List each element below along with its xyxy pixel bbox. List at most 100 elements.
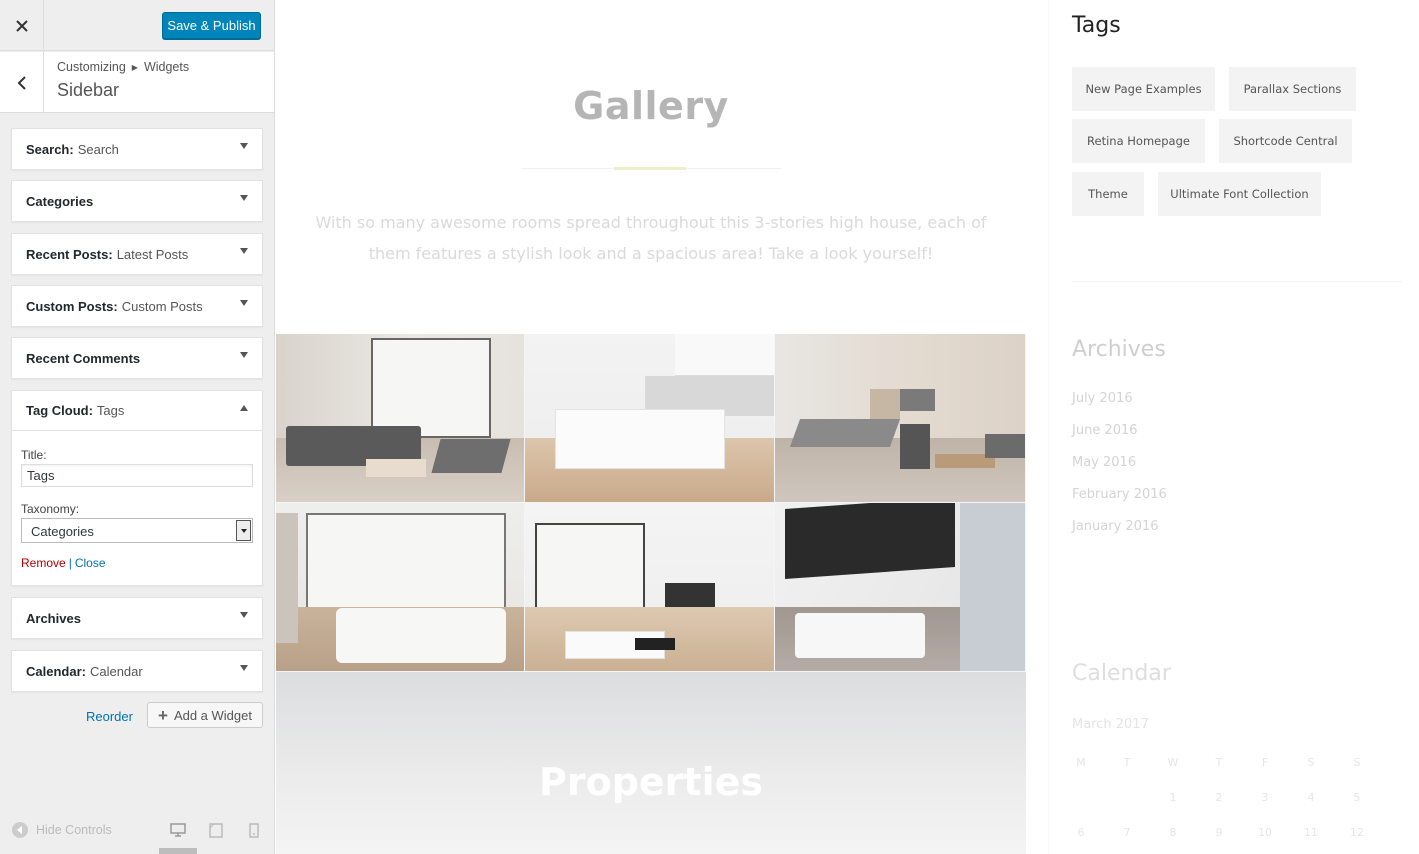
- collapse-arrow-icon: [12, 822, 28, 838]
- widget-title: Custom Posts: [121, 298, 203, 314]
- customizer-footer: Hide Controls: [0, 812, 274, 854]
- archive-link-january-2016[interactable]: January 2016: [1072, 519, 1159, 534]
- taxonomy-selected-value: Categories: [31, 524, 94, 539]
- close-customizer-button[interactable]: [0, 0, 44, 51]
- chevron-left-icon: [17, 75, 26, 90]
- gallery-image-bathroom[interactable]: [775, 503, 1026, 672]
- remove-link[interactable]: Remove: [21, 556, 66, 570]
- calendar-day-header: F: [1261, 756, 1269, 769]
- calendar-day: 11: [1304, 826, 1318, 839]
- widget-categories[interactable]: Categories: [11, 180, 263, 222]
- expand-arrow-icon[interactable]: [240, 352, 248, 358]
- widget-archives[interactable]: Archives: [11, 597, 263, 639]
- calendar-day: 6: [1077, 826, 1085, 839]
- calendar-day: 9: [1215, 826, 1223, 839]
- tag-ultimate-font-collection[interactable]: Ultimate Font Collection: [1158, 172, 1321, 216]
- archive-link-june-2016[interactable]: June 2016: [1072, 423, 1138, 438]
- desktop-preview-icon[interactable]: [170, 823, 186, 837]
- widget-header[interactable]: Recent Comments: [12, 338, 262, 378]
- tag-retina-homepage[interactable]: Retina Homepage: [1072, 119, 1205, 163]
- calendar-day-header: W: [1167, 756, 1179, 769]
- gallery-image-living-room[interactable]: [276, 334, 525, 503]
- gallery-image-office[interactable]: [775, 334, 1026, 503]
- heading-accent: [614, 167, 686, 170]
- save-publish-button[interactable]: Save & Publish: [162, 12, 261, 39]
- calendar-day: 1: [1169, 791, 1177, 804]
- widget-name: Categories: [26, 193, 94, 209]
- active-device-indicator: [159, 848, 197, 854]
- widget-recent-posts[interactable]: Recent Posts: Latest Posts: [11, 233, 263, 275]
- expand-arrow-icon[interactable]: [240, 195, 248, 201]
- mobile-preview-icon[interactable]: [249, 823, 259, 838]
- calendar-day: 8: [1169, 826, 1177, 839]
- widget-header[interactable]: Categories: [12, 181, 262, 221]
- expand-arrow-icon[interactable]: [240, 612, 248, 618]
- gallery-image-kitchen[interactable]: [525, 334, 775, 503]
- calendar-day-header: M: [1076, 756, 1086, 769]
- widget-name: Tag Cloud:: [26, 403, 93, 418]
- widget-calendar[interactable]: Calendar: Calendar: [11, 650, 263, 692]
- calendar-day: 4: [1307, 791, 1315, 804]
- tag-theme[interactable]: Theme: [1072, 172, 1144, 216]
- widget-header[interactable]: Custom Posts: Custom Posts: [12, 286, 262, 326]
- widget-recent-comments[interactable]: Recent Comments: [11, 337, 263, 379]
- properties-section: Properties: [276, 672, 1026, 854]
- reorder-link[interactable]: Reorder: [86, 709, 133, 724]
- widget-separator: [1072, 281, 1402, 282]
- widget-header[interactable]: Calendar: Calendar: [12, 651, 262, 691]
- tablet-preview-icon[interactable]: [209, 823, 223, 838]
- archive-link-july-2016[interactable]: July 2016: [1072, 391, 1133, 406]
- title-label: Title:: [21, 448, 47, 462]
- calendar-day: 10: [1258, 826, 1272, 839]
- widget-header[interactable]: Archives: [12, 598, 262, 638]
- dropdown-arrow-icon[interactable]: [236, 520, 251, 541]
- widget-title: Calendar: [89, 663, 143, 679]
- add-widget-button[interactable]: + Add a Widget: [147, 702, 263, 728]
- close-link[interactable]: Close: [75, 556, 106, 570]
- section-header: Customizing ▶ Widgets Sidebar: [0, 52, 274, 113]
- breadcrumb-root: Customizing: [57, 60, 126, 74]
- widget-search[interactable]: Search: Search: [11, 128, 263, 170]
- gallery-grid: [276, 334, 1026, 672]
- widget-title: Tags: [96, 403, 125, 418]
- collapse-arrow-icon[interactable]: [240, 405, 248, 411]
- taxonomy-label: Taxonomy:: [21, 502, 80, 516]
- widget-header[interactable]: Recent Posts: Latest Posts: [12, 234, 262, 274]
- expand-arrow-icon[interactable]: [240, 143, 248, 149]
- widget-custom-posts[interactable]: Custom Posts: Custom Posts: [11, 285, 263, 327]
- taxonomy-select[interactable]: Categories: [21, 518, 253, 543]
- tag-cloud-form: Title: Taxonomy: Categories Remove|Close: [21, 448, 255, 570]
- expand-arrow-icon[interactable]: [240, 248, 248, 254]
- widget-name: Recent Posts:: [26, 246, 113, 262]
- tag-new-page-examples[interactable]: New Page Examples: [1072, 67, 1215, 111]
- close-icon: [15, 19, 28, 32]
- gallery-description: With so many awesome rooms spread throug…: [315, 213, 987, 263]
- section-title: Sidebar: [57, 80, 120, 100]
- breadcrumb-section: Widgets: [143, 60, 190, 74]
- tag-shortcode-central[interactable]: Shortcode Central: [1219, 119, 1352, 163]
- back-button[interactable]: [0, 52, 44, 113]
- properties-heading: Properties: [539, 760, 763, 804]
- tag-parallax-sections[interactable]: Parallax Sections: [1229, 67, 1356, 111]
- widget-name: Calendar:: [26, 663, 86, 679]
- widget-header[interactable]: Tag Cloud: Tags: [12, 391, 262, 431]
- gallery-heading: Gallery: [573, 84, 729, 128]
- expand-arrow-icon[interactable]: [240, 300, 248, 306]
- hide-controls-button[interactable]: Hide Controls: [12, 822, 112, 838]
- add-widget-label: Add a Widget: [173, 707, 252, 723]
- title-input[interactable]: [21, 464, 253, 487]
- widget-title: Latest Posts: [116, 246, 189, 262]
- archives-heading: Archives: [1072, 337, 1166, 362]
- archive-link-february-2016[interactable]: February 2016: [1072, 487, 1167, 502]
- plus-icon: +: [158, 705, 168, 725]
- hide-controls-label: Hide Controls: [36, 823, 112, 837]
- calendar-day-header: S: [1307, 756, 1315, 769]
- calendar-day: 7: [1123, 826, 1131, 839]
- expand-arrow-icon[interactable]: [240, 665, 248, 671]
- archive-link-may-2016[interactable]: May 2016: [1072, 455, 1136, 470]
- widget-header[interactable]: Search: Search: [12, 129, 262, 169]
- gallery-image-bedroom[interactable]: [276, 503, 525, 672]
- site-preview: Gallery With so many awesome rooms sprea…: [276, 0, 1419, 854]
- gallery-image-lounge[interactable]: [525, 503, 775, 672]
- calendar-day: 3: [1261, 791, 1269, 804]
